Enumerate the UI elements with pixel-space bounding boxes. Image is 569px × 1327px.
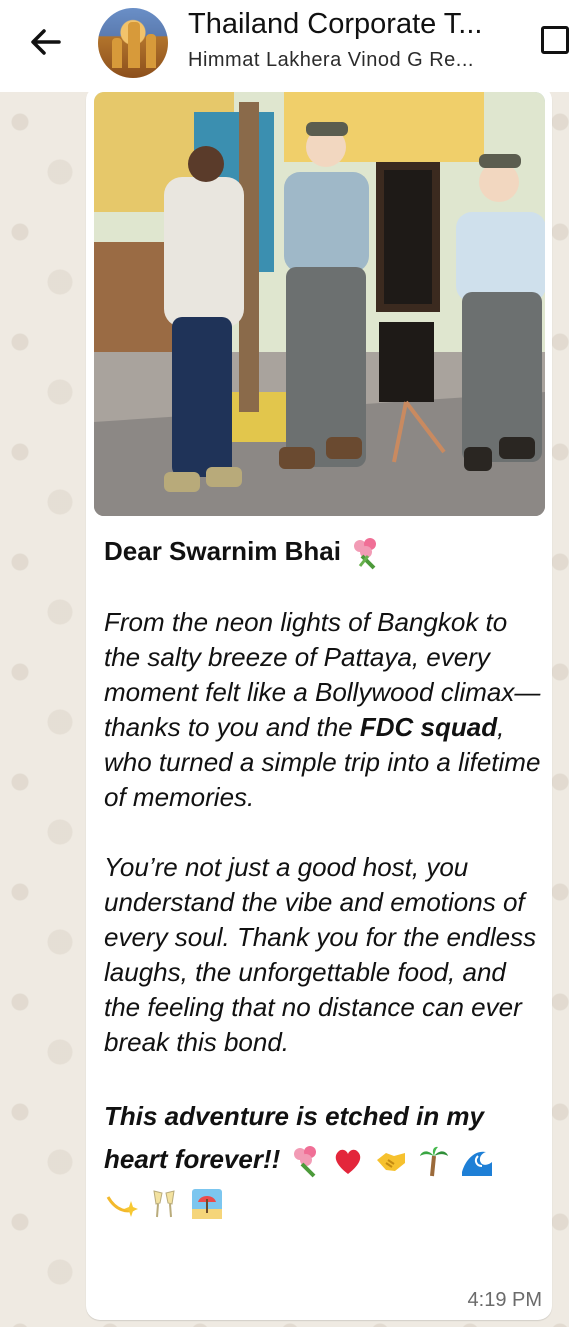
- photo-scene: [94, 92, 545, 516]
- bouquet-icon: [293, 1146, 316, 1178]
- message-text: Dear Swarnim Bhai From the neon lights o…: [104, 534, 544, 1224]
- message-time: 4:19 PM: [467, 1289, 542, 1311]
- shooting-star-icon: [106, 1196, 138, 1218]
- closing-line: This adventure is etched in my heart for…: [104, 1095, 544, 1224]
- arrow-left-icon: [31, 29, 61, 55]
- square-icon[interactable]: [541, 26, 569, 54]
- chat-title[interactable]: Thailand Corporate T...: [188, 8, 528, 41]
- bouquet-icon: [354, 538, 377, 570]
- handshake-icon: [376, 1153, 405, 1172]
- palm-tree-icon: [420, 1147, 449, 1177]
- message-photo[interactable]: [94, 92, 545, 516]
- back-button[interactable]: [22, 22, 68, 62]
- greeting-text: Dear Swarnim Bhai: [104, 536, 341, 566]
- heart-icon: [335, 1150, 360, 1175]
- paragraph-2: You’re not just a good host, you underst…: [104, 852, 537, 1058]
- paragraph-1-bold: FDC squad: [359, 712, 498, 743]
- wave-icon: [462, 1151, 493, 1177]
- paragraph-1: From the neon lights of Bangkok to the s…: [104, 605, 544, 815]
- chat-participants[interactable]: Himmat Lakhera Vinod G Re...: [188, 49, 528, 72]
- chat-header: Thailand Corporate T... Himmat Lakhera V…: [0, 0, 569, 92]
- beach-umbrella-icon: [192, 1189, 223, 1220]
- greeting-line: Dear Swarnim Bhai: [104, 534, 544, 570]
- champagne-glasses-icon: [153, 1190, 175, 1218]
- group-avatar[interactable]: [98, 8, 168, 78]
